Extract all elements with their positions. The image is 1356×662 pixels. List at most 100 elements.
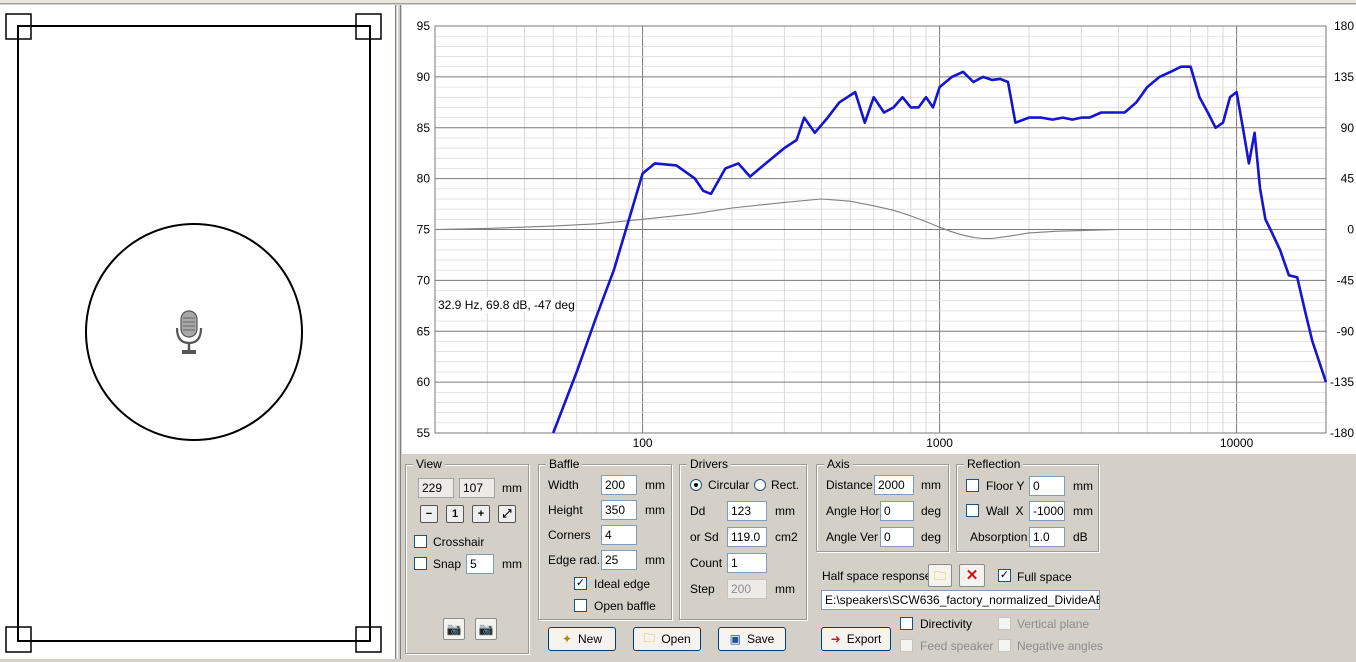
open-baffle-checkbox[interactable] [574, 599, 587, 612]
full-space-label: Full space [1017, 570, 1072, 584]
new-button[interactable]: ✦ New [548, 627, 616, 651]
x-tick-label: 1000 [926, 436, 953, 450]
half-space-label: Half space response [822, 569, 932, 583]
top-strip [0, 0, 1356, 4]
save-button-label: Save [746, 632, 775, 646]
count-label: Count [690, 556, 723, 570]
view-unit-label: mm [502, 481, 522, 495]
half-space-file-field[interactable]: E:\speakers\SCW636_factory_normalized_Di… [821, 590, 1100, 610]
y-tick-label: 55 [417, 426, 431, 440]
feed-speaker-checkbox [900, 639, 913, 652]
baffle-corners-label: Corners [548, 528, 591, 542]
y2-tick-label: -135 [1330, 375, 1354, 389]
drivers-group-title: Drivers [687, 457, 731, 471]
distance-label: Distance [826, 478, 873, 492]
export-button-label: Export [846, 632, 882, 646]
sd-input[interactable]: 119.0 [727, 527, 767, 547]
absorption-unit: dB [1073, 530, 1088, 544]
y2-tick-label: 90 [1341, 121, 1355, 135]
export-button[interactable]: ➜ Export [821, 627, 891, 651]
delete-icon[interactable]: ✕ [959, 564, 985, 587]
open-button[interactable]: 🗀 Open [633, 627, 701, 651]
baffle-height-unit: mm [645, 503, 665, 517]
angle-ver-label: Angle Ver [826, 530, 879, 544]
angle-hor-label: Angle Hor [826, 504, 880, 518]
magic-wand-icon: ✦ [561, 632, 573, 646]
zoom-in-icon[interactable]: + [472, 505, 490, 523]
dd-input[interactable]: 123 [727, 501, 767, 521]
baffle-width-label: Width [548, 478, 579, 492]
open-baffle-label: Open baffle [594, 599, 656, 613]
baffle-corners-input[interactable]: 4 [601, 525, 637, 545]
distance-input[interactable]: 2000 [874, 475, 914, 495]
rect-label: Rect. [771, 478, 800, 492]
snap-input[interactable]: 5 [466, 554, 494, 574]
step-unit: mm [775, 582, 795, 596]
floor-unit: mm [1073, 479, 1093, 493]
crosshair-checkbox[interactable] [414, 535, 427, 548]
y2-tick-label: 135 [1334, 70, 1354, 84]
floor-input[interactable]: 0 [1029, 476, 1065, 496]
cursor-readout: 32.9 Hz, 69.8 dB, -47 deg [438, 297, 575, 313]
camera-add-icon[interactable]: 📷 [443, 618, 465, 640]
floppy-disk-icon: ▣ [729, 632, 741, 646]
resize-handle-bottom-right [355, 626, 382, 653]
y-tick-label: 70 [417, 273, 431, 287]
view-width-field: 229 [418, 478, 454, 498]
vertical-plane-checkbox [998, 617, 1011, 630]
y2-tick-label: 180 [1334, 19, 1354, 33]
step-label: Step [690, 582, 715, 596]
fit-view-icon[interactable]: ⤢ [498, 505, 516, 523]
baffle-group-title: Baffle [546, 457, 583, 471]
folder-icon: 🗀 [643, 630, 656, 645]
camera-remove-icon[interactable]: 📷 [475, 618, 497, 640]
baffle-preview-pane[interactable] [0, 5, 396, 659]
open-folder-icon[interactable]: 🗀 [928, 564, 952, 587]
dd-unit: mm [775, 504, 795, 518]
absorption-input[interactable]: 1.0 [1029, 527, 1065, 547]
pane-splitter[interactable] [397, 5, 401, 659]
angle-ver-unit: deg [921, 530, 942, 544]
angle-hor-input[interactable]: 0 [880, 501, 914, 521]
zoom-reset-icon[interactable]: 1 [446, 505, 464, 523]
baffle-width-input[interactable]: 200 [601, 475, 637, 495]
negative-angles-label: Negative angles [1017, 639, 1104, 653]
feed-speaker-label: Feed speaker [920, 639, 994, 653]
y-tick-label: 65 [417, 324, 431, 338]
baffle-edge-input[interactable]: 25 [601, 550, 637, 570]
snap-unit-label: mm [502, 557, 522, 571]
circular-radio[interactable] [690, 479, 702, 491]
sd-label: or Sd [690, 530, 719, 544]
count-input[interactable]: 1 [727, 553, 767, 573]
wall-input[interactable]: -1000 [1029, 501, 1065, 521]
baffle-drawing[interactable] [0, 5, 396, 659]
floor-checkbox[interactable] [966, 479, 979, 492]
x-tick-label: 10000 [1220, 436, 1254, 450]
floor-label: Floor Y [986, 479, 1025, 493]
save-button[interactable]: ▣ Save [718, 627, 786, 651]
rect-radio[interactable] [754, 479, 766, 491]
y2-tick-label: -180 [1330, 426, 1354, 440]
absorption-label: Absorption [970, 530, 1028, 544]
open-button-label: Open [661, 632, 691, 646]
angle-ver-input[interactable]: 0 [880, 527, 914, 547]
distance-unit: mm [921, 478, 941, 492]
zoom-out-icon[interactable]: − [420, 505, 438, 523]
reflection-group-title: Reflection [964, 457, 1024, 471]
step-input: 200 [727, 579, 767, 599]
circular-label: Circular [708, 478, 750, 492]
y2-tick-label: 45 [1341, 172, 1355, 186]
frequency-response-graph[interactable]: 95 90 85 80 75 70 65 60 55 180 135 90 45 0 -45 -90 -135 -… [402, 5, 1356, 454]
ideal-edge-checkbox[interactable]: ✓ [574, 577, 587, 590]
wall-checkbox[interactable] [966, 504, 979, 517]
crosshair-label: Crosshair [433, 535, 485, 549]
baffle-height-input[interactable]: 350 [601, 500, 637, 520]
snap-checkbox[interactable] [414, 557, 427, 570]
y-tick-label: 90 [417, 70, 431, 84]
full-space-checkbox[interactable]: ✓ [998, 569, 1011, 582]
snap-label: Snap [433, 557, 462, 571]
graph-canvas[interactable]: 95 90 85 80 75 70 65 60 55 180 135 90 45 0 -45 -90 -135 -… [402, 5, 1356, 454]
directivity-label: Directivity [920, 617, 973, 631]
baffle-height-label: Height [548, 503, 583, 517]
directivity-checkbox[interactable] [900, 617, 913, 630]
